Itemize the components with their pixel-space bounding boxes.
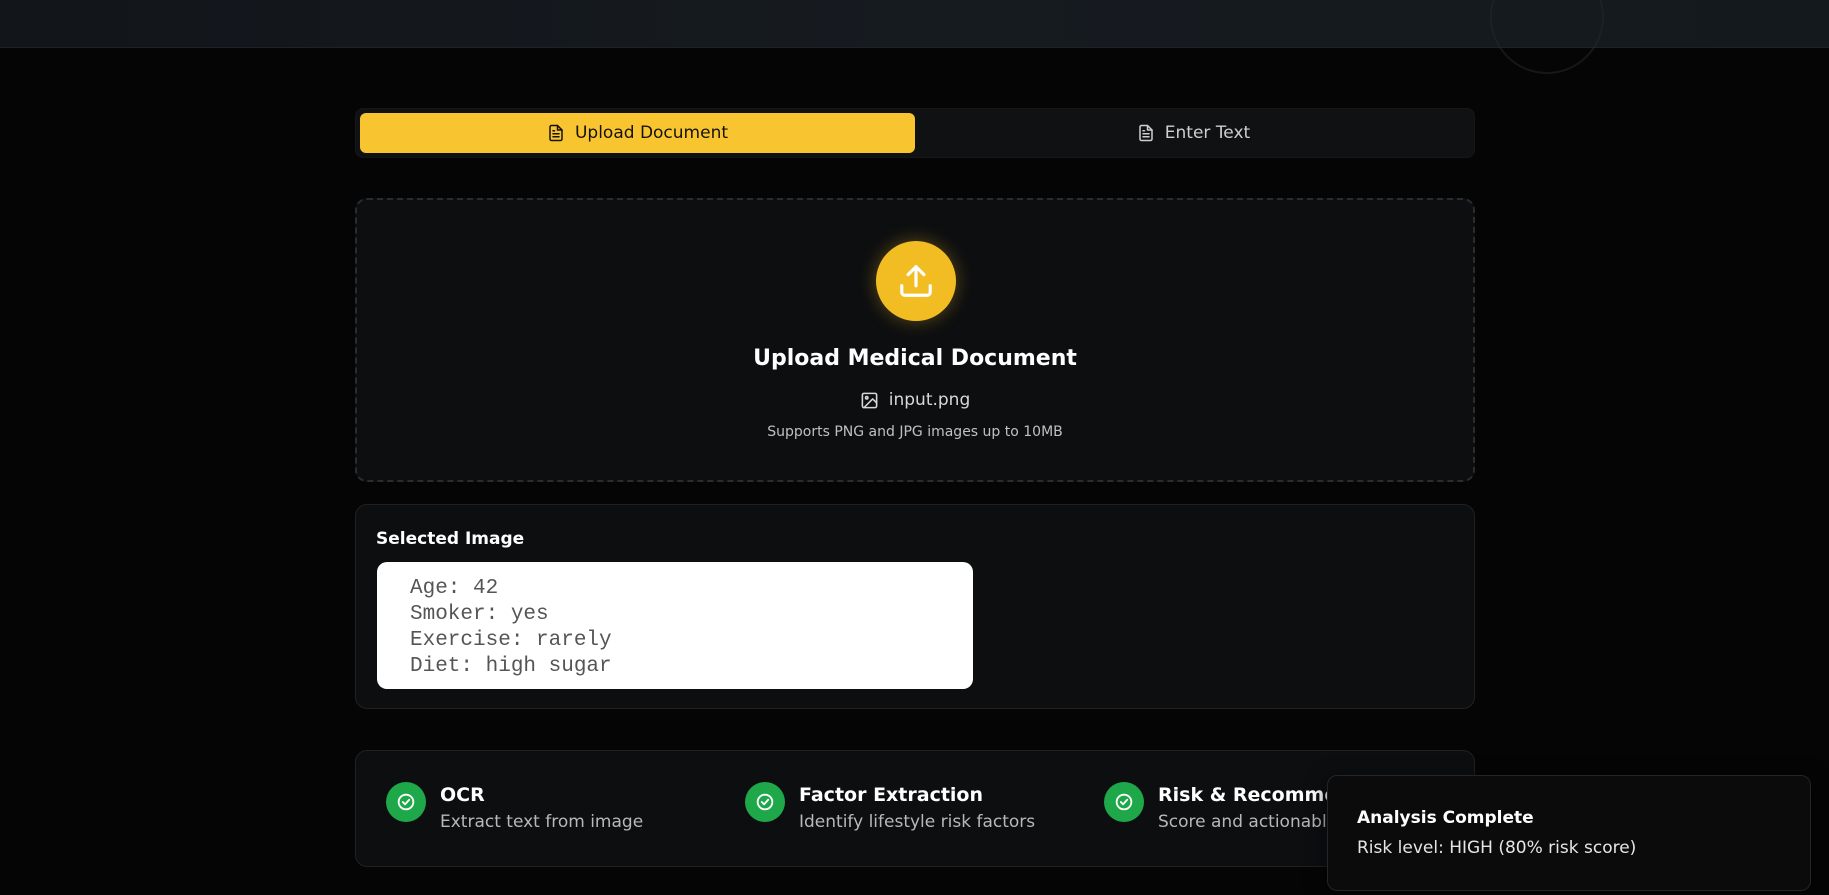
step-title: OCR: [440, 784, 485, 806]
upload-icon: [900, 265, 932, 297]
upload-dropzone[interactable]: Upload Medical Document input.png Suppor…: [355, 198, 1475, 482]
tab-upload-label: Upload Document: [574, 123, 729, 143]
top-header-bar: [0, 0, 1829, 74]
preview-line: Age: 42: [410, 577, 499, 600]
step-description: Identify lifestyle risk factors: [799, 812, 1036, 832]
upload-button[interactable]: [876, 241, 956, 321]
selected-image-label: Selected Image: [376, 529, 525, 549]
image-preview: Age: 42 Smoker: yes Exercise: rarely Die…: [377, 562, 973, 689]
input-mode-tabs: Upload Document Enter Text: [355, 108, 1475, 158]
pipeline-steps: OCR Extract text from image Factor Extra…: [355, 750, 1475, 867]
file-name-text: input.png: [888, 390, 971, 410]
toast-title: Analysis Complete: [1357, 808, 1534, 828]
step-description: Extract text from image: [440, 812, 644, 832]
preview-line: Smoker: yes: [410, 603, 549, 626]
upload-hint: Supports PNG and JPG images up to 10MB: [767, 424, 1063, 440]
preview-line: Exercise: rarely: [410, 629, 612, 652]
selected-file-name: input.png: [357, 390, 1473, 410]
check-circle-icon: [386, 782, 426, 822]
toast-description: Risk level: HIGH (80% risk score): [1357, 838, 1637, 858]
check-circle-icon: [745, 782, 785, 822]
step-factor-extraction: Factor Extraction Identify lifestyle ris…: [745, 781, 1035, 832]
analysis-toast[interactable]: Analysis Complete Risk level: HIGH (80% …: [1327, 775, 1811, 891]
tab-text-label: Enter Text: [1164, 123, 1251, 143]
image-icon: [861, 392, 878, 408]
selected-image-card: Selected Image Age: 42 Smoker: yes Exerc…: [355, 504, 1475, 709]
upload-title: Upload Medical Document: [753, 346, 1077, 371]
tab-enter-text[interactable]: Enter Text: [916, 113, 1471, 153]
step-ocr: OCR Extract text from image: [386, 781, 643, 832]
preview-line: Diet: high sugar: [410, 655, 612, 678]
tab-upload-document[interactable]: Upload Document: [360, 113, 915, 153]
document-icon: [1139, 124, 1153, 142]
check-circle-icon: [1104, 782, 1144, 822]
header-decorative-orb: [1490, 0, 1604, 74]
document-icon: [549, 124, 563, 142]
step-title: Factor Extraction: [799, 784, 984, 806]
